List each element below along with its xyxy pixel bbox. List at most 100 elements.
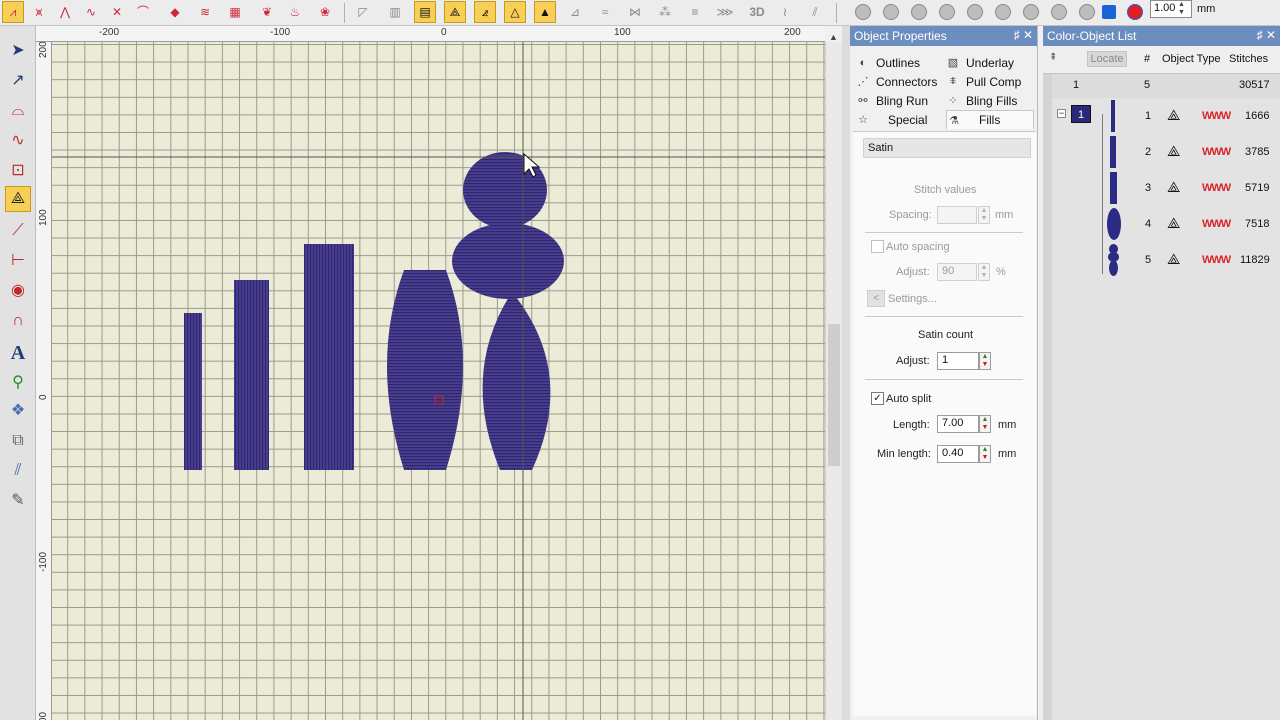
select-arrow-icon[interactable]: ➤ (5, 38, 31, 64)
tab-outlines[interactable]: ◐ Outlines (856, 53, 946, 72)
vertical-scrollbar[interactable] (825, 42, 842, 720)
satin-column-3[interactable] (304, 244, 354, 470)
bling-icon[interactable]: ❖ (5, 398, 31, 424)
list-item[interactable]: 5 ⟁ WWW 11829 (1052, 242, 1280, 278)
zoom-spinner[interactable]: ▲ ▼ (1178, 1, 1185, 17)
tab-underlay[interactable]: ▧ Underlay (946, 53, 1034, 72)
curve-icon[interactable]: ≀ (774, 1, 796, 23)
panel-title-buttons[interactable]: ♯ ✕ (1257, 28, 1276, 42)
list-item[interactable]: 1 ⟁ WWW 1666 (1052, 98, 1280, 134)
fill-type-select[interactable]: Satin (863, 138, 1031, 158)
circle-tool-4-icon[interactable] (936, 1, 958, 23)
tab-fills[interactable]: ⚗ Fills (946, 110, 1034, 129)
satin-adjust-input[interactable]: 1 (937, 352, 979, 370)
frame-icon[interactable]: ⧉ (5, 428, 31, 454)
color-circle-icon[interactable] (1124, 1, 1146, 23)
panel-divider[interactable] (842, 26, 850, 720)
swirl-icon[interactable]: ♨ (284, 1, 306, 23)
zigzag-stitch-icon[interactable]: ⩙ (28, 1, 50, 23)
arc-stitch-icon[interactable]: ⌒ (132, 1, 154, 23)
stitch-gray-icon[interactable]: ⋙ (714, 1, 736, 23)
fill-pattern-icon[interactable]: ▥ (384, 1, 406, 23)
auto-spacing-checkbox[interactable] (871, 240, 884, 253)
scroll-up-icon[interactable]: ▲ (829, 32, 838, 42)
length-input[interactable]: 7.00 (937, 415, 979, 433)
circle-tool-3-icon[interactable] (908, 1, 930, 23)
tab-bling-run[interactable]: ⚯ Bling Run (856, 91, 946, 110)
diamond-pattern-icon[interactable]: ◆ (164, 1, 186, 23)
sort-up-icon[interactable]: ⇞ (1049, 52, 1057, 63)
satin-body-5[interactable] (452, 223, 564, 299)
list-item[interactable]: 3 ⟁ WWW 5719 (1052, 170, 1280, 206)
tab-special[interactable]: ☆ Special (856, 110, 946, 129)
fill-stitch-icon[interactable]: ⋀ (54, 1, 76, 23)
length-spinner[interactable]: ▲ ▼ (979, 415, 991, 433)
locate-button[interactable]: Locate (1087, 51, 1127, 67)
fill-circle-icon[interactable]: ◉ (5, 278, 31, 304)
tab-connectors[interactable]: ⋰ Connectors (856, 72, 946, 91)
list-item[interactable]: 4 ⟁ WWW 7518 (1052, 206, 1280, 242)
triangle-tool-icon[interactable]: △ (504, 1, 526, 23)
panel-title-buttons[interactable]: ♯ ✕ (1014, 28, 1033, 42)
outline-icon[interactable]: ⊿ (564, 1, 586, 23)
auto-split-checkbox[interactable]: ✓ (871, 392, 884, 405)
bling-pattern-icon[interactable]: ⁂ (654, 1, 676, 23)
wave-gray-icon[interactable]: ≈ (594, 1, 616, 23)
satin-stitch-icon[interactable]: ⩘ (2, 1, 24, 23)
satin-column-2[interactable] (234, 280, 269, 470)
min-length-spinner[interactable]: ▲ ▼ (979, 445, 991, 463)
reshape-node-icon[interactable]: ⟁ (5, 186, 31, 212)
grid-pattern-icon[interactable]: ▦ (224, 1, 246, 23)
satin-column-icon[interactable]: ⌓ (5, 98, 31, 124)
split-line-icon[interactable]: ⟋ (5, 218, 31, 244)
cross-pattern-icon[interactable]: ✕ (106, 1, 128, 23)
lettering-icon[interactable]: A (5, 340, 31, 366)
design-canvas[interactable] (52, 42, 825, 720)
tab-pull-comp[interactable]: ⩨ Pull Comp (946, 72, 1034, 91)
spacing-spinner[interactable]: ▲ ▼ (978, 206, 990, 224)
wave-stitch-icon[interactable]: ∿ (80, 1, 102, 23)
satin-base-5[interactable] (482, 292, 551, 470)
magnet-icon[interactable]: ∩ (5, 308, 31, 334)
zoom-input[interactable]: 1.00 (1150, 0, 1192, 18)
summary-row[interactable]: 1 5 30517 (1052, 74, 1280, 98)
satin-column-1[interactable] (184, 313, 202, 470)
min-length-input[interactable]: 0.40 (937, 445, 979, 463)
angle-tool-icon[interactable]: ⦨ (474, 1, 496, 23)
circle-tool-8-icon[interactable] (1048, 1, 1070, 23)
scrollbar-thumb[interactable] (828, 324, 840, 466)
measure-icon[interactable]: ⊢ (5, 248, 31, 274)
node-edit-icon[interactable]: ⚲ (5, 370, 31, 396)
lines-icon[interactable]: ≡ (684, 1, 706, 23)
reshape-arrow-icon[interactable]: ↗ (5, 68, 31, 94)
adjust-input[interactable]: 90 (937, 263, 977, 281)
settings-label[interactable]: Settings... (888, 293, 937, 305)
list-item[interactable]: 2 ⟁ WWW 3785 (1052, 134, 1280, 170)
reshape-icon[interactable]: ◸ (352, 1, 374, 23)
adjust-spinner[interactable]: ▲ ▼ (978, 263, 990, 281)
warning-tool-icon[interactable]: ▲ (534, 1, 556, 23)
hatch-icon[interactable]: ⫽ (5, 458, 31, 484)
run-stitch-icon[interactable]: ∿ (5, 128, 31, 154)
color-swatch-icon[interactable] (1098, 1, 1120, 23)
net-icon[interactable]: ⋈ (624, 1, 646, 23)
pen-icon[interactable]: ✎ (5, 488, 31, 514)
settings-arrow-button[interactable]: < (867, 290, 885, 307)
satin-adjust-spinner[interactable]: ▲ ▼ (979, 352, 991, 370)
shape-tool-icon[interactable]: ▤ (414, 1, 436, 23)
digitize-icon[interactable]: ⊡ (5, 158, 31, 184)
hatch-icon[interactable]: ⫽ (804, 1, 826, 23)
spacing-input[interactable] (937, 206, 977, 224)
circle-tool-9-icon[interactable] (1076, 1, 1098, 23)
circle-tool-2-icon[interactable] (880, 1, 902, 23)
circle-tool-icon[interactable] (852, 1, 874, 23)
circle-tool-5-icon[interactable] (964, 1, 986, 23)
motif-icon[interactable]: ❀ (314, 1, 336, 23)
tab-bling-fills[interactable]: ⁘ Bling Fills (946, 91, 1034, 110)
circle-tool-6-icon[interactable] (992, 1, 1014, 23)
circle-tool-7-icon[interactable] (1020, 1, 1042, 23)
3d-icon[interactable]: 3D (744, 1, 770, 23)
arc-pattern-icon[interactable]: ≋ (194, 1, 216, 23)
knot-icon[interactable]: ❦ (256, 1, 278, 23)
satin-barrel-4[interactable] (387, 270, 463, 470)
